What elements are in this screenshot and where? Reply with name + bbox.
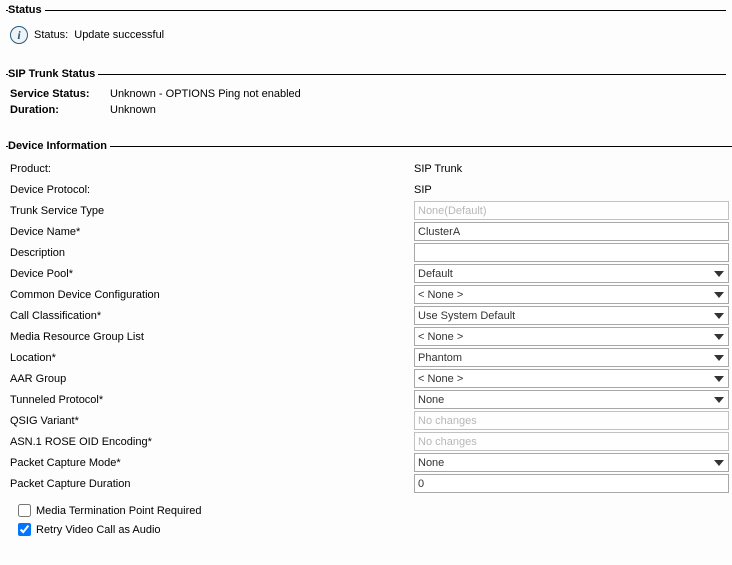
info-icon: i [10, 26, 28, 44]
device-protocol-value: SIP [414, 182, 729, 198]
mrgl-label: Media Resource Group List [10, 329, 414, 345]
asn1-label: ASN.1 ROSE OID Encoding* [10, 434, 414, 450]
mtp-checkbox[interactable] [18, 504, 31, 517]
common-device-config-label: Common Device Configuration [10, 287, 414, 303]
device-pool-select[interactable]: Default [414, 264, 729, 283]
device-name-input[interactable] [414, 222, 729, 241]
mrgl-select[interactable]: < None > [414, 327, 729, 346]
status-label: Status: [34, 29, 68, 41]
status-legend: Status [8, 4, 45, 16]
duration-label: Duration: [10, 104, 106, 116]
qsig-variant-label: QSIG Variant* [10, 413, 414, 429]
mtp-label: Media Termination Point Required [36, 505, 202, 517]
call-classification-select[interactable]: Use System Default [414, 306, 729, 325]
description-input[interactable] [414, 243, 729, 262]
tunneled-protocol-select[interactable]: None [414, 390, 729, 409]
aar-group-label: AAR Group [10, 371, 414, 387]
packet-capture-mode-label: Packet Capture Mode* [10, 455, 414, 471]
device-information-legend: Device Information [8, 140, 110, 152]
sip-trunk-status-section: SIP Trunk Status Service Status: Unknown… [6, 68, 726, 126]
device-protocol-label: Device Protocol: [10, 182, 414, 198]
call-classification-label: Call Classification* [10, 308, 414, 324]
location-select[interactable]: Phantom [414, 348, 729, 367]
asn1-select: No changes [414, 432, 729, 451]
status-message: Update successful [74, 29, 164, 41]
packet-capture-duration-input[interactable] [414, 474, 729, 493]
location-label: Location* [10, 350, 414, 366]
sip-trunk-status-legend: SIP Trunk Status [8, 68, 98, 80]
device-pool-label: Device Pool* [10, 266, 414, 282]
service-status-value: Unknown - OPTIONS Ping not enabled [106, 88, 301, 100]
status-row: i Status: Update successful [6, 22, 726, 46]
product-label: Product: [10, 161, 414, 177]
packet-capture-duration-label: Packet Capture Duration [10, 476, 414, 492]
packet-capture-mode-select[interactable]: None [414, 453, 729, 472]
duration-value: Unknown [106, 104, 156, 116]
device-name-label: Device Name* [10, 224, 414, 240]
description-label: Description [10, 245, 414, 261]
service-status-row: Service Status: Unknown - OPTIONS Ping n… [6, 86, 726, 102]
service-status-label: Service Status: [10, 88, 106, 100]
retry-video-checkbox[interactable] [18, 523, 31, 536]
tunneled-protocol-label: Tunneled Protocol* [10, 392, 414, 408]
mtp-row: Media Termination Point Required [6, 500, 732, 519]
device-information-section: Device Information Product: SIP Trunk De… [6, 140, 732, 546]
aar-group-select[interactable]: < None > [414, 369, 729, 388]
trunk-service-type-label: Trunk Service Type [10, 203, 414, 219]
common-device-config-select[interactable]: < None > [414, 285, 729, 304]
qsig-variant-select: No changes [414, 411, 729, 430]
trunk-service-type-select: None(Default) [414, 201, 729, 220]
duration-row: Duration: Unknown [6, 102, 726, 118]
status-section: Status i Status: Update successful [6, 4, 726, 54]
retry-video-label: Retry Video Call as Audio [36, 524, 161, 536]
product-value: SIP Trunk [414, 161, 729, 177]
retry-video-row: Retry Video Call as Audio [6, 519, 732, 538]
